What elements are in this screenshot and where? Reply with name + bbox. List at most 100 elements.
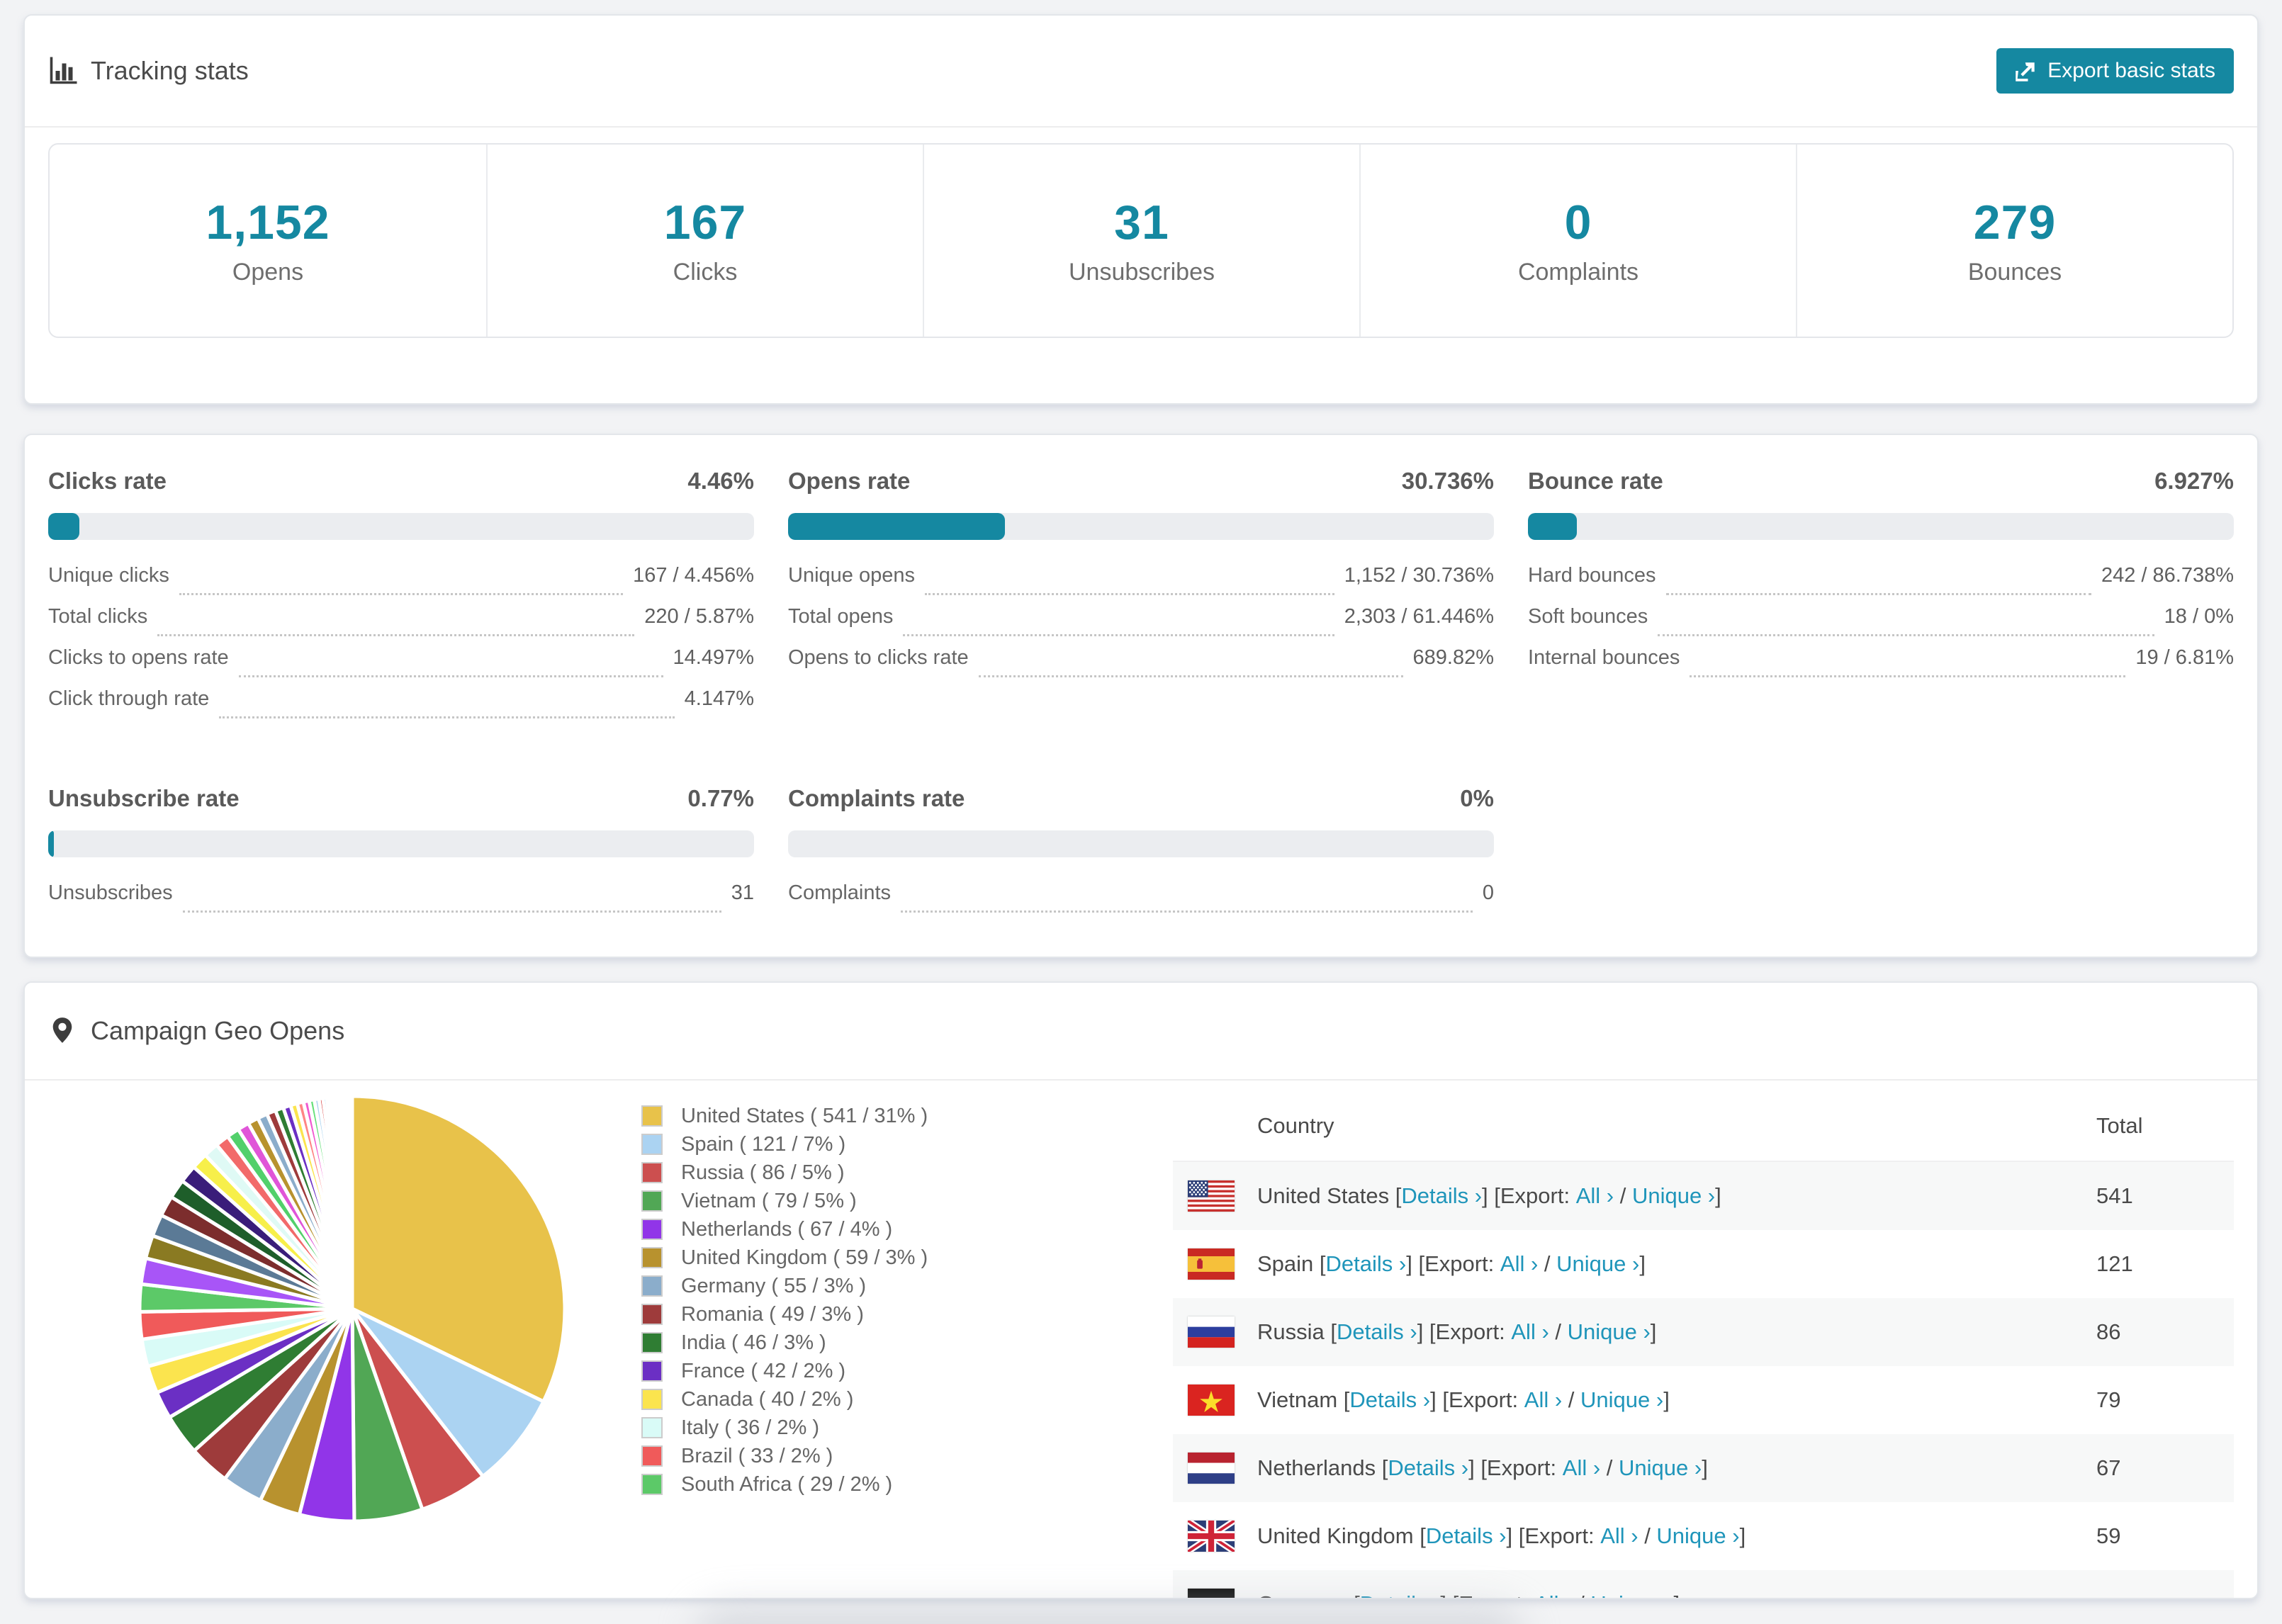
bracket: [ — [1324, 1319, 1337, 1344]
metric-label: Total clicks — [48, 605, 148, 628]
stat-value: 279 — [1973, 196, 2057, 249]
bracket: [ — [1313, 1251, 1326, 1276]
export-unique-link[interactable]: Unique › — [1632, 1183, 1715, 1209]
export-all-link[interactable]: All › — [1524, 1387, 1562, 1413]
details-link[interactable]: Details › — [1426, 1523, 1507, 1549]
metric-row: Total opens 2,303 / 61.446% — [788, 605, 1494, 646]
export-all-link[interactable]: All › — [1511, 1319, 1548, 1345]
legend-item[interactable]: Netherlands ( 67 / 4% ) — [641, 1215, 928, 1244]
legend-item[interactable]: Spain ( 121 / 7% ) — [641, 1130, 928, 1158]
map-marker-icon — [48, 1016, 78, 1046]
legend-swatch — [641, 1219, 663, 1240]
total-value: 67 — [2096, 1455, 2121, 1480]
stat-label: Opens — [232, 259, 304, 286]
campaign-geo-opens-card: Campaign Geo Opens United States ( 541 /… — [23, 981, 2259, 1599]
stat-label: Bounces — [1967, 259, 2062, 286]
dotted-leader — [924, 593, 1334, 595]
metric-row: Unique clicks 167 / 4.456% — [48, 564, 754, 605]
legend-item[interactable]: France ( 42 / 2% ) — [641, 1357, 928, 1385]
legend-label: Germany ( 55 / 3% ) — [681, 1274, 867, 1297]
export-unique-link[interactable]: Unique › — [1556, 1251, 1639, 1277]
export-icon — [2015, 60, 2038, 82]
export-unique-link[interactable]: Unique › — [1590, 1591, 1673, 1598]
details-link[interactable]: Details › — [1360, 1591, 1441, 1598]
country-name: Netherlands — [1257, 1455, 1376, 1480]
rates-grid: Clicks rate 4.46% Unique clicks 167 / 4.456… — [48, 468, 2234, 923]
details-link[interactable]: Details › — [1349, 1387, 1430, 1413]
vn-flag-icon — [1188, 1385, 1235, 1416]
geo-header: Campaign Geo Opens — [25, 983, 2257, 1081]
rate-block-complaints: Complaints rate 0% Complaints 0 — [788, 785, 1494, 923]
legend-item[interactable]: Germany ( 55 / 3% ) — [641, 1272, 928, 1300]
legend-item[interactable]: South Africa ( 29 / 2% ) — [641, 1470, 928, 1499]
metric-value: 31 — [731, 881, 754, 904]
bracket: [ — [1347, 1591, 1360, 1598]
de-flag-icon — [1188, 1589, 1235, 1598]
bracket: ] — [1663, 1387, 1670, 1412]
rate-progress-bar — [1528, 513, 2234, 540]
rate-value: 30.736% — [1401, 468, 1494, 494]
export-all-link[interactable]: All › — [1500, 1251, 1538, 1277]
export-unique-link[interactable]: Unique › — [1619, 1455, 1702, 1481]
metric-label: Soft bounces — [1528, 605, 1648, 628]
metric-label: Opens to clicks rate — [788, 646, 969, 669]
details-link[interactable]: Details › — [1401, 1183, 1482, 1209]
dotted-leader — [903, 634, 1334, 636]
export-prefix: ] [Export: — [1417, 1319, 1512, 1344]
country-name: Russia — [1257, 1319, 1325, 1344]
legend-swatch — [641, 1474, 663, 1495]
stat-cell-clicks: 167 Clicks — [486, 145, 923, 337]
metric-label: Internal bounces — [1528, 646, 1680, 669]
geo-legend: United States ( 541 / 31% ) Spain ( 121 /… — [641, 1102, 928, 1499]
export-prefix: ] [Export: — [1482, 1183, 1576, 1208]
metric-value: 2,303 / 61.446% — [1344, 605, 1494, 628]
legend-item[interactable]: Canada ( 40 / 2% ) — [641, 1385, 928, 1414]
metric-value: 4.147% — [684, 687, 754, 710]
metric-row: Click through rate 4.147% — [48, 687, 754, 728]
bracket: ] — [1674, 1591, 1680, 1598]
total-value: 59 — [2096, 1523, 2121, 1548]
export-all-link[interactable]: All › — [1563, 1455, 1600, 1481]
legend-item[interactable]: Italy ( 36 / 2% ) — [641, 1414, 928, 1442]
dotted-leader — [901, 910, 1473, 913]
geo-table-body: United States [Details ›] [Export: All ›… — [1173, 1162, 2234, 1598]
tracking-stats-card: Tracking stats Export basic stats 1,152 O… — [23, 14, 2259, 405]
page-title: Tracking stats — [91, 56, 249, 85]
legend-item[interactable]: India ( 46 / 3% ) — [641, 1329, 928, 1357]
slash: / — [1572, 1591, 1590, 1598]
export-basic-stats-button[interactable]: Export basic stats — [1996, 48, 2234, 94]
bracket: [ — [1389, 1183, 1402, 1208]
legend-item[interactable]: Russia ( 86 / 5% ) — [641, 1158, 928, 1187]
rate-block-unsubscribe: Unsubscribe rate 0.77% Unsubscribes 31 — [48, 785, 754, 923]
geo-table-header: Country Total — [1173, 1091, 2234, 1162]
ru-flag-icon — [1188, 1316, 1235, 1348]
country-cell: Russia [Details ›] [Export: All › / Uniq… — [1173, 1316, 2096, 1348]
details-link[interactable]: Details › — [1388, 1455, 1468, 1481]
legend-item[interactable]: United States ( 541 / 31% ) — [641, 1102, 928, 1130]
bar-chart-icon — [48, 56, 78, 86]
export-unique-link[interactable]: Unique › — [1580, 1387, 1663, 1413]
legend-item[interactable]: Brazil ( 33 / 2% ) — [641, 1442, 928, 1470]
metric-value: 14.497% — [673, 646, 755, 669]
bracket: [ — [1337, 1387, 1350, 1412]
legend-item[interactable]: Vietnam ( 79 / 5% ) — [641, 1187, 928, 1215]
country-cell: United States [Details ›] [Export: All ›… — [1173, 1180, 2096, 1212]
metric-row: Complaints 0 — [788, 881, 1494, 923]
dotted-leader — [1690, 675, 2126, 677]
nl-flag-icon — [1188, 1453, 1235, 1484]
legend-item[interactable]: United Kingdom ( 59 / 3% ) — [641, 1244, 928, 1272]
stat-value: 0 — [1564, 196, 1592, 249]
export-unique-link[interactable]: Unique › — [1568, 1319, 1651, 1345]
export-unique-link[interactable]: Unique › — [1656, 1523, 1739, 1549]
export-all-link[interactable]: All › — [1534, 1591, 1572, 1598]
country-cell: Spain [Details ›] [Export: All › / Uniqu… — [1173, 1248, 2096, 1280]
export-all-link[interactable]: All › — [1576, 1183, 1614, 1209]
slash: / — [1538, 1251, 1557, 1276]
bracket: ] — [1739, 1523, 1746, 1548]
metric-label: Unsubscribes — [48, 881, 173, 904]
details-link[interactable]: Details › — [1326, 1251, 1407, 1277]
details-link[interactable]: Details › — [1337, 1319, 1417, 1345]
legend-item[interactable]: Romania ( 49 / 3% ) — [641, 1300, 928, 1329]
export-all-link[interactable]: All › — [1600, 1523, 1638, 1549]
legend-swatch — [641, 1445, 663, 1467]
